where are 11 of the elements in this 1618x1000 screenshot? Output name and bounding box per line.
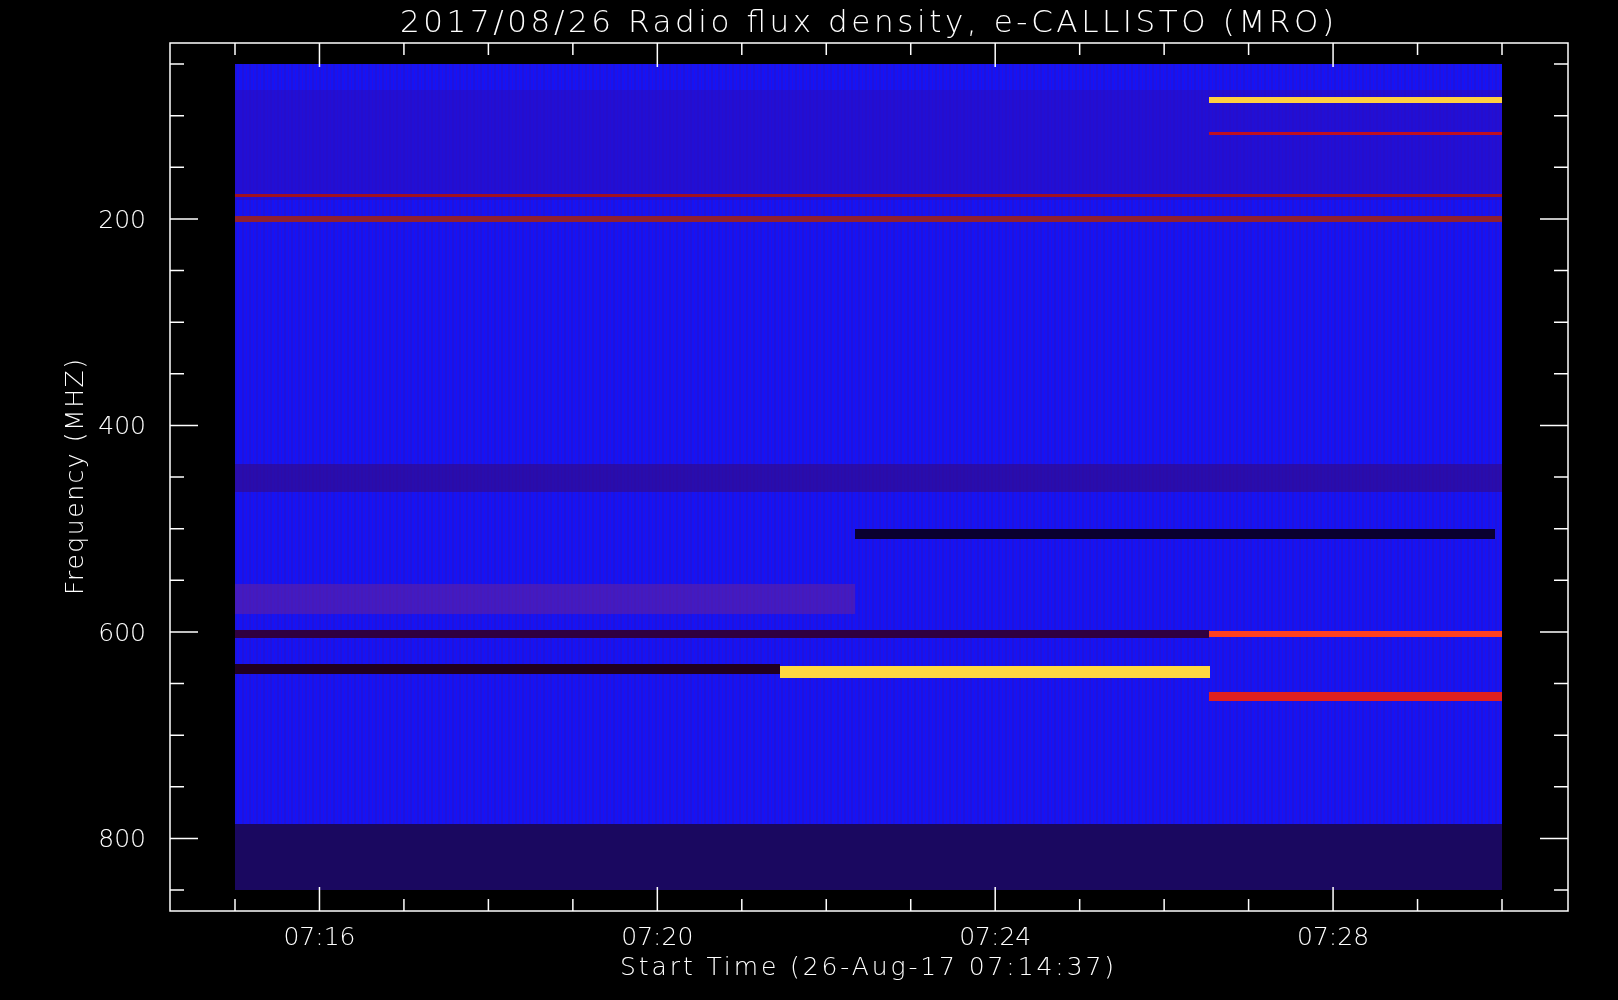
tick-label: 200: [98, 204, 146, 234]
tick-label: 07:20: [621, 922, 694, 951]
axis-label: Frequency (MHZ): [60, 359, 89, 595]
tick-label: 400: [98, 411, 146, 441]
tick-label: 07:16: [283, 922, 356, 951]
tick-label: 800: [98, 824, 146, 854]
tick-label: 07:28: [1297, 922, 1370, 951]
axis-label: Start Time (26-Aug-17 07:14:37): [620, 952, 1114, 981]
tick-label: 07:24: [959, 922, 1032, 951]
tick-label: 600: [98, 617, 146, 647]
plot-title: 2017/08/26 Radio flux density, e-CALLISTO (MRO): [400, 3, 1334, 39]
